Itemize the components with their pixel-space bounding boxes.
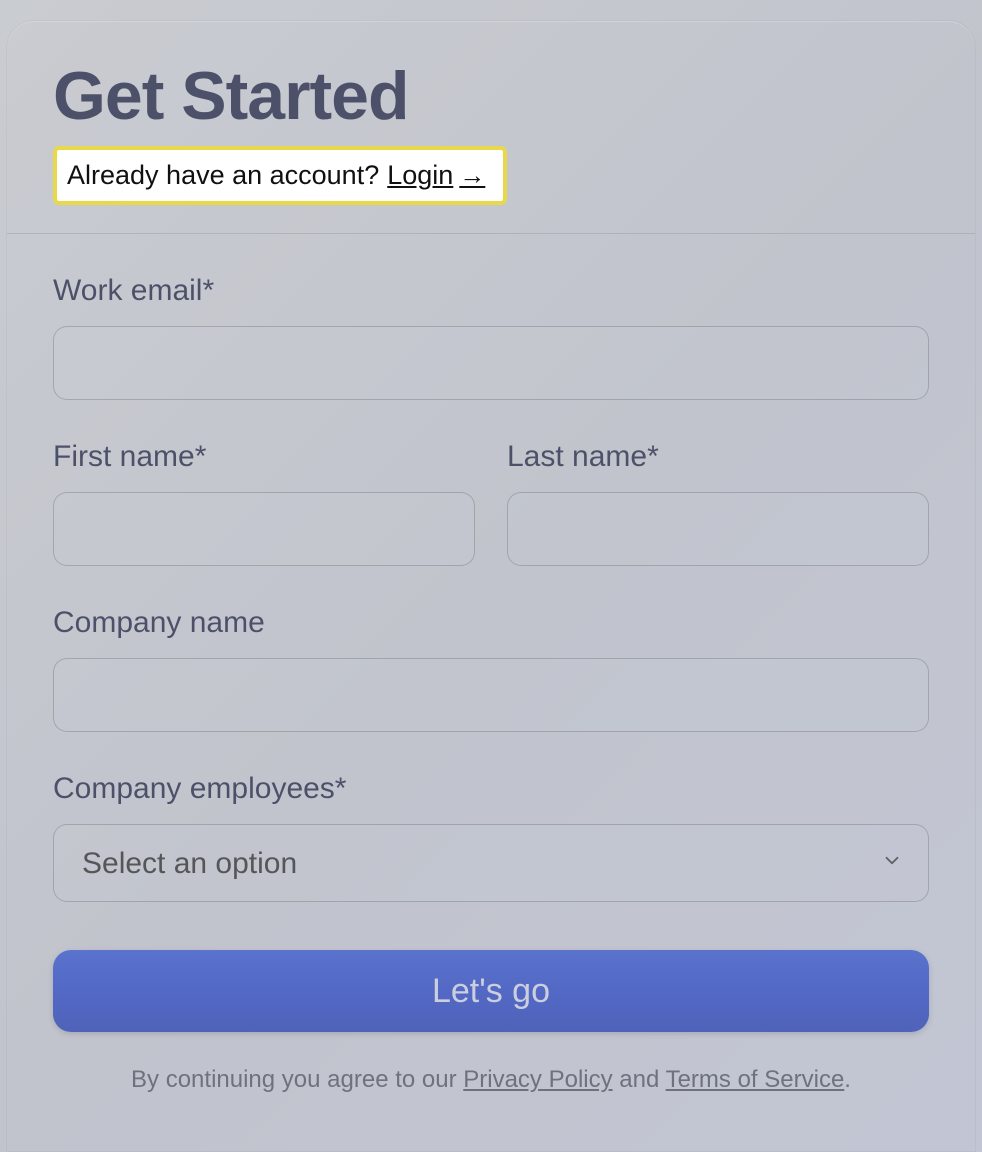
terms-of-service-link[interactable]: Terms of Service xyxy=(666,1066,845,1093)
company-name-group: Company name xyxy=(53,606,929,732)
footer-and: and xyxy=(613,1066,666,1093)
first-name-label: First name* xyxy=(53,440,475,474)
login-link-label: Login xyxy=(387,160,453,191)
name-row: First name* Last name* xyxy=(53,440,929,566)
footer-prefix: By continuing you agree to our xyxy=(131,1066,463,1093)
company-name-label: Company name xyxy=(53,606,929,640)
signup-card: Get Started Already have an account? Log… xyxy=(6,20,976,1152)
work-email-label: Work email* xyxy=(53,274,929,308)
privacy-policy-link[interactable]: Privacy Policy xyxy=(463,1066,612,1093)
work-email-group: Work email* xyxy=(53,274,929,400)
signup-form: Work email* First name* Last name* Compa… xyxy=(7,234,975,1114)
login-link[interactable]: Login → xyxy=(387,160,485,191)
already-have-account-text: Already have an account? xyxy=(67,160,379,191)
legal-footer: By continuing you agree to our Privacy P… xyxy=(53,1066,929,1094)
page-title: Get Started xyxy=(53,61,929,132)
work-email-input[interactable] xyxy=(53,326,929,400)
company-employees-label: Company employees* xyxy=(53,772,929,806)
card-header: Get Started Already have an account? Log… xyxy=(7,21,975,233)
submit-button[interactable]: Let's go xyxy=(53,950,929,1032)
first-name-input[interactable] xyxy=(53,492,475,566)
last-name-input[interactable] xyxy=(507,492,929,566)
last-name-label: Last name* xyxy=(507,440,929,474)
last-name-group: Last name* xyxy=(507,440,929,566)
company-name-input[interactable] xyxy=(53,658,929,732)
arrow-right-icon: → xyxy=(459,160,485,191)
company-employees-select[interactable]: Select an option xyxy=(53,824,929,902)
login-callout: Already have an account? Login → xyxy=(53,146,507,205)
footer-suffix: . xyxy=(844,1066,851,1093)
company-employees-group: Company employees* Select an option xyxy=(53,772,929,902)
first-name-group: First name* xyxy=(53,440,475,566)
